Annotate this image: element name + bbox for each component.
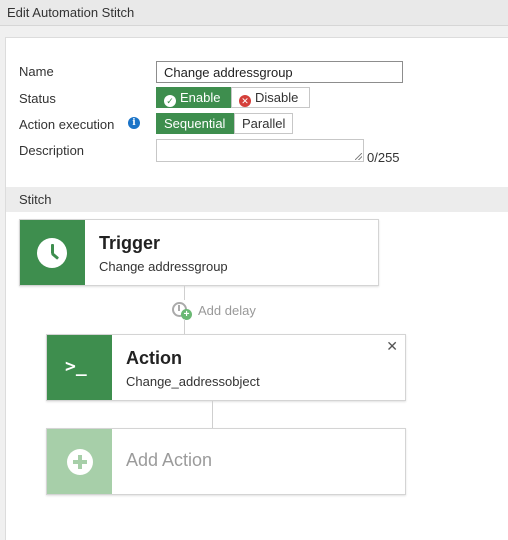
connector-line <box>184 319 185 334</box>
description-label: Description <box>19 143 85 158</box>
add-action-icon-area <box>47 429 112 494</box>
action-title: Action <box>126 348 182 368</box>
execution-sequential-button[interactable]: Sequential <box>156 113 234 134</box>
trigger-subtitle: Change addressgroup <box>99 259 228 274</box>
action-card[interactable]: >_ Action Change_addressobject ✕ <box>46 334 406 401</box>
terminal-icon: >_ <box>65 356 87 377</box>
close-icon[interactable]: ✕ <box>386 338 398 355</box>
name-input[interactable] <box>156 61 403 83</box>
connector-line <box>212 401 213 428</box>
name-label: Name <box>19 64 54 79</box>
dialog-title: Edit Automation Stitch <box>7 5 135 20</box>
execution-parallel-button[interactable]: Parallel <box>234 113 293 134</box>
status-enable-button[interactable]: ✓ Enable <box>156 87 231 108</box>
add-delay-label: Add delay <box>198 303 256 318</box>
status-disable-label: Disable <box>255 90 299 105</box>
status-disable-button[interactable]: ✕ Disable <box>231 87 310 108</box>
action-subtitle: Change_addressobject <box>126 374 260 389</box>
check-circle-icon: ✓ <box>164 95 176 107</box>
stitch-section-title: Stitch <box>19 192 52 207</box>
trigger-title: Trigger <box>99 233 161 253</box>
add-action-label: Add Action <box>126 450 213 470</box>
x-circle-icon: ✕ <box>239 95 251 107</box>
stitch-section-header: Stitch <box>6 187 508 212</box>
action-execution-label: Action execution <box>19 117 115 132</box>
trigger-card-icon-area <box>20 220 85 285</box>
description-char-count: 0/255 <box>367 150 400 165</box>
dialog-header: Edit Automation Stitch <box>0 0 508 26</box>
plus-circle-icon <box>67 449 93 475</box>
clock-icon <box>37 238 67 268</box>
status-label: Status <box>19 91 56 106</box>
plus-circle-icon: + <box>181 309 192 320</box>
add-action-card[interactable]: Add Action <box>46 428 406 495</box>
trigger-card[interactable]: Trigger Change addressgroup <box>19 219 379 286</box>
info-icon[interactable]: i <box>128 117 140 129</box>
action-card-icon-area: >_ <box>47 335 112 400</box>
description-textarea[interactable] <box>156 139 364 162</box>
resize-grip-icon[interactable] <box>355 153 362 160</box>
status-enable-label: Enable <box>180 90 221 105</box>
connector-line <box>184 286 185 300</box>
